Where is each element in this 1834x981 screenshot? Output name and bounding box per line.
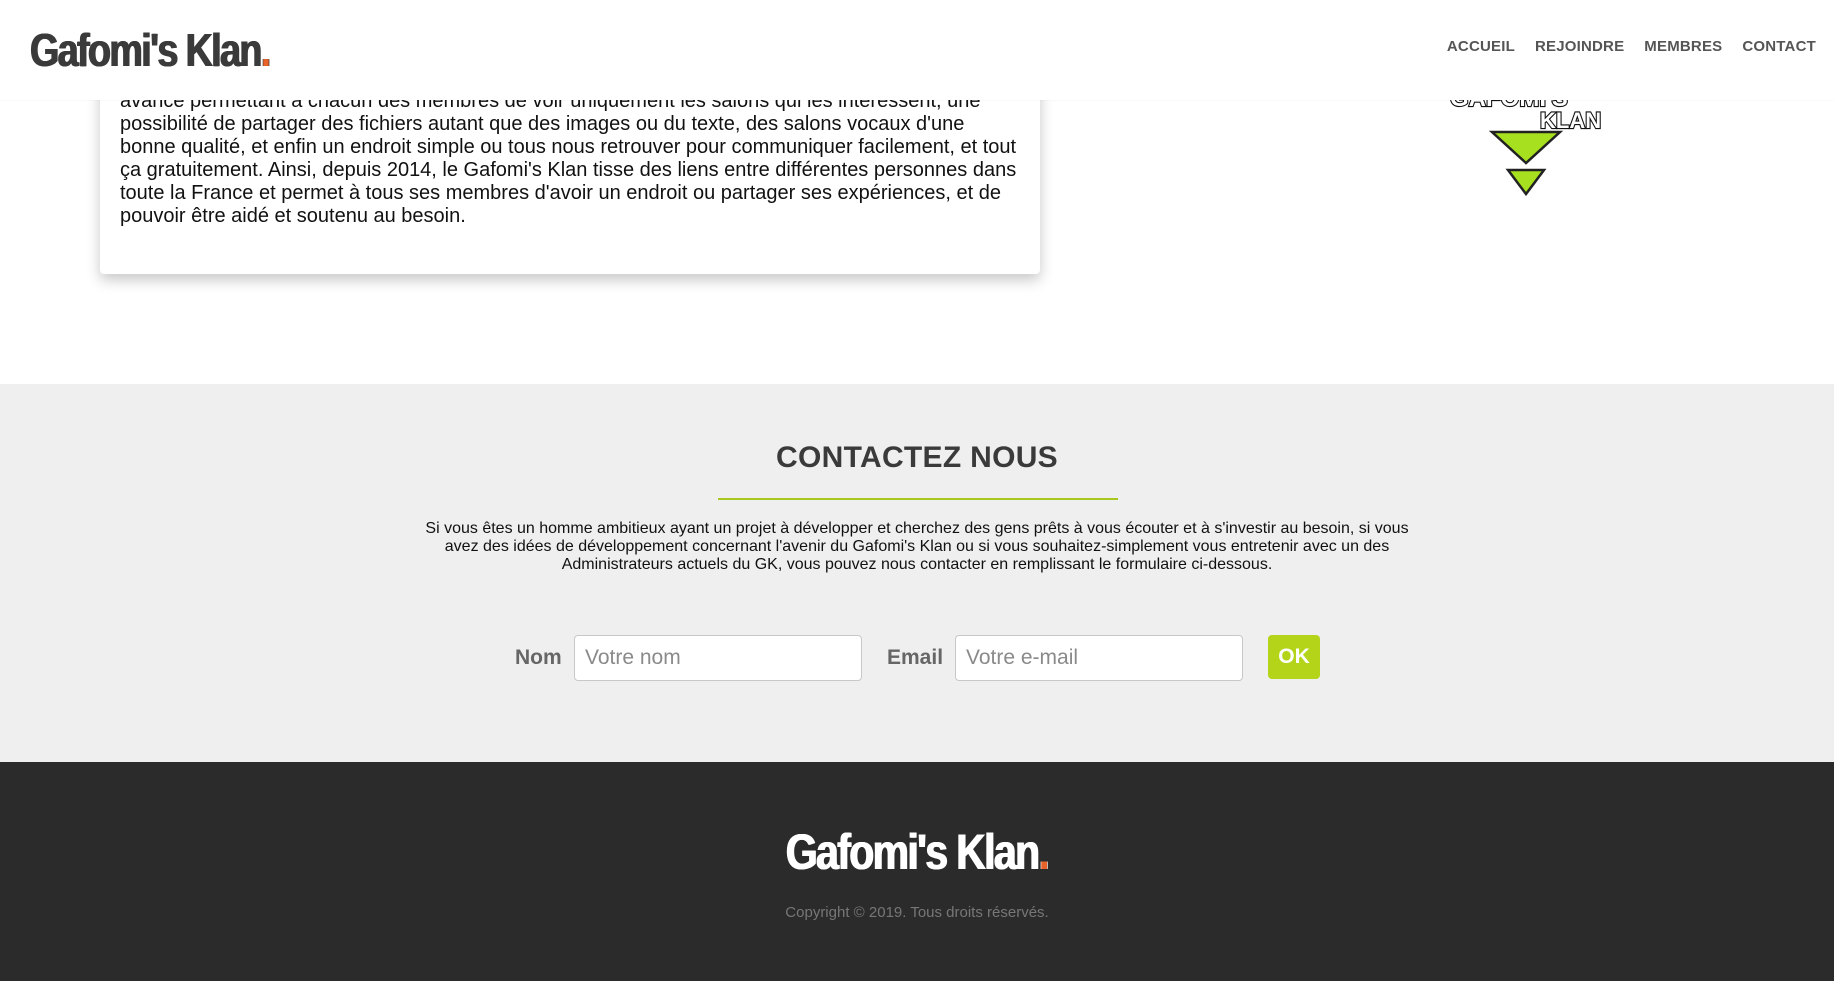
copyright-text: Copyright © 2019. Tous droits réservés. (785, 904, 1049, 921)
site-footer: Gafomi's Klan. Copyright © 2019. Tous dr… (0, 762, 1834, 981)
contact-title: CONTACTEZ NOUS (776, 441, 1058, 474)
contact-title-divider (718, 498, 1118, 500)
site-header: Gafomi's Klan. ACCUEIL REJOINDRE MEMBRES… (0, 0, 1834, 100)
emblem-triangle-large (1488, 130, 1564, 165)
name-input[interactable] (574, 635, 862, 681)
email-label: Email (887, 646, 944, 669)
contact-section: CONTACTEZ NOUS Si vous êtes un homme amb… (0, 384, 1834, 762)
footer-logo-text: Gafomi's Klan (785, 824, 1040, 880)
main-nav: ACCUEIL REJOINDRE MEMBRES CONTACT (1427, 38, 1816, 55)
nav-membres[interactable]: MEMBRES (1644, 38, 1722, 55)
emblem-triangle-small (1505, 168, 1547, 197)
emblem-line2: KLAN (1540, 108, 1601, 133)
klan-emblem-logo: GAFOMI'S KLAN (1449, 90, 1602, 197)
submit-button[interactable]: OK (1268, 635, 1320, 679)
site-logo[interactable]: Gafomi's Klan. (30, 20, 271, 80)
footer-logo: Gafomi's Klan. (0, 822, 1834, 882)
contact-description: Si vous êtes un homme ambitieux ayant un… (425, 520, 1409, 573)
nav-accueil[interactable]: ACCUEIL (1447, 38, 1515, 55)
nav-rejoindre[interactable]: REJOINDRE (1535, 38, 1624, 55)
footer-logo-dot: . (1038, 824, 1049, 880)
logo-dot: . (260, 24, 271, 76)
email-input[interactable] (955, 635, 1243, 681)
about-text: avancé permettant à chacun des membres d… (120, 90, 1017, 227)
name-label: Nom (515, 646, 562, 669)
nav-contact[interactable]: CONTACT (1742, 38, 1816, 55)
logo-text: Gafomi's Klan (30, 24, 262, 76)
